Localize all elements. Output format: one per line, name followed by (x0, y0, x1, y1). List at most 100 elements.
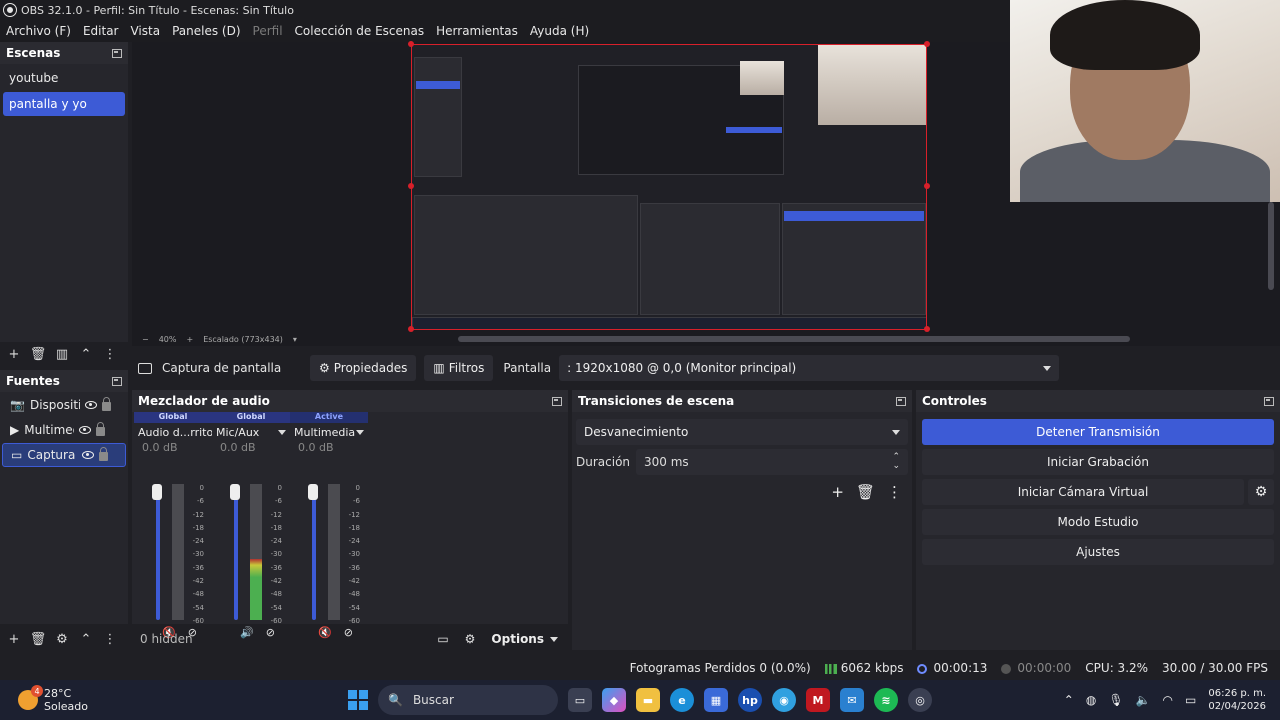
move-source-up-button[interactable]: ⌃ (74, 628, 98, 650)
spin-arrows-icon[interactable]: ⌃ ⌄ (892, 453, 900, 471)
menu-archivo[interactable]: Archivo (F) (0, 24, 77, 38)
remove-scene-button[interactable]: 🗑 (26, 343, 50, 365)
volume-fader-knob[interactable] (152, 484, 162, 500)
menu-herramientas[interactable]: Herramientas (430, 24, 524, 38)
task-view-icon[interactable]: ▭ (568, 688, 592, 712)
wifi-icon[interactable]: ◠ (1163, 693, 1173, 707)
visibility-eye-icon[interactable] (84, 401, 97, 409)
hp-icon[interactable]: hp (738, 688, 762, 712)
preview-vertical-scrollbar[interactable] (1268, 202, 1274, 290)
add-source-button[interactable]: + (2, 628, 26, 650)
undock-icon[interactable] (112, 376, 122, 386)
clock[interactable]: 06:26 p. m. 02/04/2026 (1208, 687, 1266, 713)
source-more-button[interactable]: ⋮ (98, 628, 122, 650)
menu-coleccion-escenas[interactable]: Colección de Escenas (289, 24, 431, 38)
spotify-icon[interactable]: ≋ (874, 688, 898, 712)
menu-perfil[interactable]: Perfil (247, 24, 289, 38)
undock-icon[interactable] (552, 396, 562, 406)
undock-icon[interactable] (112, 48, 122, 58)
scene-filters-button[interactable]: ▥ (50, 343, 74, 365)
zoom-level: 40% (158, 334, 177, 344)
scene-item-youtube[interactable]: youtube (3, 66, 125, 90)
source-item-captura[interactable]: ▭ Captura d (2, 443, 126, 467)
scale-tick: -12 (348, 510, 360, 519)
channel-name-button[interactable]: Mic/Aux (212, 423, 290, 441)
resize-handle-ml[interactable] (408, 183, 414, 189)
store-icon[interactable]: ▦ (704, 688, 728, 712)
start-virtual-camera-button[interactable]: Iniciar Cámara Virtual (922, 479, 1244, 505)
play-icon: ▶ (10, 423, 20, 437)
lock-icon[interactable] (101, 397, 111, 411)
remove-source-button[interactable]: 🗑 (26, 628, 50, 650)
file-explorer-icon[interactable]: ▬ (636, 688, 660, 712)
stop-streaming-button[interactable]: Detener Transmisión (922, 419, 1274, 445)
zoom-out-button[interactable]: − (142, 335, 149, 344)
weather-widget[interactable]: 4 28°C Soleado (18, 685, 318, 713)
properties-button[interactable]: ⚙ Propiedades (310, 355, 417, 381)
source-label: Captura d (27, 448, 77, 462)
channel-tag: Global (134, 412, 212, 423)
channel-name-button[interactable]: Audio d...rritorio (134, 423, 212, 441)
options-button[interactable]: Options (491, 632, 558, 646)
menu-editar[interactable]: Editar (77, 24, 125, 38)
visibility-eye-icon[interactable] (79, 426, 92, 434)
undock-icon[interactable] (896, 396, 906, 406)
chevron-up-icon[interactable]: ⌃ (1064, 693, 1074, 707)
microphone-icon[interactable]: 🎙 (1108, 693, 1123, 707)
cpu-usage: CPU: 3.2% (1085, 661, 1149, 675)
undock-icon[interactable] (1264, 396, 1274, 406)
volume-fader-track[interactable] (312, 484, 316, 620)
scaling-dropdown-icon[interactable]: ▾ (293, 335, 297, 344)
mixer-channel-desktop: Global Audio d...rritorio 0.0 dB 0 -6 -12 -… (134, 412, 212, 639)
duration-spinbox[interactable]: 300 ms ⌃ ⌄ (636, 449, 908, 475)
lock-icon[interactable] (96, 422, 106, 436)
menu-vista[interactable]: Vista (124, 24, 166, 38)
battery-icon[interactable]: ▭ (1185, 693, 1196, 707)
preview-canvas[interactable] (411, 44, 927, 330)
obs-taskbar-icon[interactable]: ◎ (908, 688, 932, 712)
visibility-eye-icon[interactable] (82, 451, 95, 459)
remove-transition-button[interactable]: 🗑 (856, 483, 875, 501)
volume-fader-knob[interactable] (230, 484, 240, 500)
resize-handle-tr[interactable] (924, 41, 930, 47)
resize-handle-mr[interactable] (924, 183, 930, 189)
source-properties-button[interactable]: ⚙ (50, 628, 74, 650)
start-recording-button[interactable]: Iniciar Grabación (922, 449, 1274, 475)
meter-scale: 0 -6 -12 -18 -24 -30 -36 -42 -48 -54 -60 (266, 482, 282, 628)
menu-ayuda[interactable]: Ayuda (H) (524, 24, 595, 38)
layout-toggle-icon[interactable]: ▭ (437, 632, 448, 646)
volume-fader-track[interactable] (234, 484, 238, 620)
volume-fader-track[interactable] (156, 484, 160, 620)
mcafee-icon[interactable]: M (806, 688, 830, 712)
source-item-multimedia[interactable]: ▶ Multimed (2, 418, 126, 442)
transition-more-button[interactable]: ⋮ (887, 483, 902, 501)
obs-tray-icon[interactable]: ◍ (1086, 693, 1096, 707)
edge-browser-icon[interactable]: e (670, 688, 694, 712)
lock-icon[interactable] (99, 447, 109, 461)
zoom-in-button[interactable]: + (186, 335, 193, 344)
resize-handle-tl[interactable] (408, 41, 414, 47)
transition-select[interactable]: Desvanecimiento (576, 419, 908, 445)
gear-icon[interactable]: ⚙ (1248, 479, 1274, 505)
studio-mode-button[interactable]: Modo Estudio (922, 509, 1274, 535)
volume-fader-knob[interactable] (308, 484, 318, 500)
add-scene-button[interactable]: + (2, 343, 26, 365)
move-scene-up-button[interactable]: ⌃ (74, 343, 98, 365)
advanced-audio-icon[interactable]: ⚙ (465, 632, 476, 646)
filters-button[interactable]: ▥ Filtros (424, 355, 494, 381)
channel-name-button[interactable]: Multimedia (290, 423, 368, 441)
settings-button[interactable]: Ajustes (922, 539, 1274, 565)
taskbar-search[interactable]: 🔍 Buscar (378, 685, 558, 715)
chrome-icon[interactable]: ◉ (772, 688, 796, 712)
display-select[interactable]: : 1920x1080 @ 0,0 (Monitor principal) (559, 355, 1060, 381)
source-item-dispositivo[interactable]: 📷 Dispositiv (2, 393, 126, 417)
preview-horizontal-scrollbar[interactable] (458, 336, 1130, 342)
mail-icon[interactable]: ✉ (840, 688, 864, 712)
copilot-icon[interactable]: ◆ (602, 688, 626, 712)
scene-item-pantalla-y-yo[interactable]: pantalla y yo (3, 92, 125, 116)
volume-icon[interactable]: 🔈 (1136, 693, 1151, 707)
windows-start-icon[interactable] (348, 690, 368, 710)
scene-more-button[interactable]: ⋮ (98, 343, 122, 365)
menu-paneles[interactable]: Paneles (D) (166, 24, 246, 38)
add-transition-button[interactable]: + (831, 483, 844, 501)
